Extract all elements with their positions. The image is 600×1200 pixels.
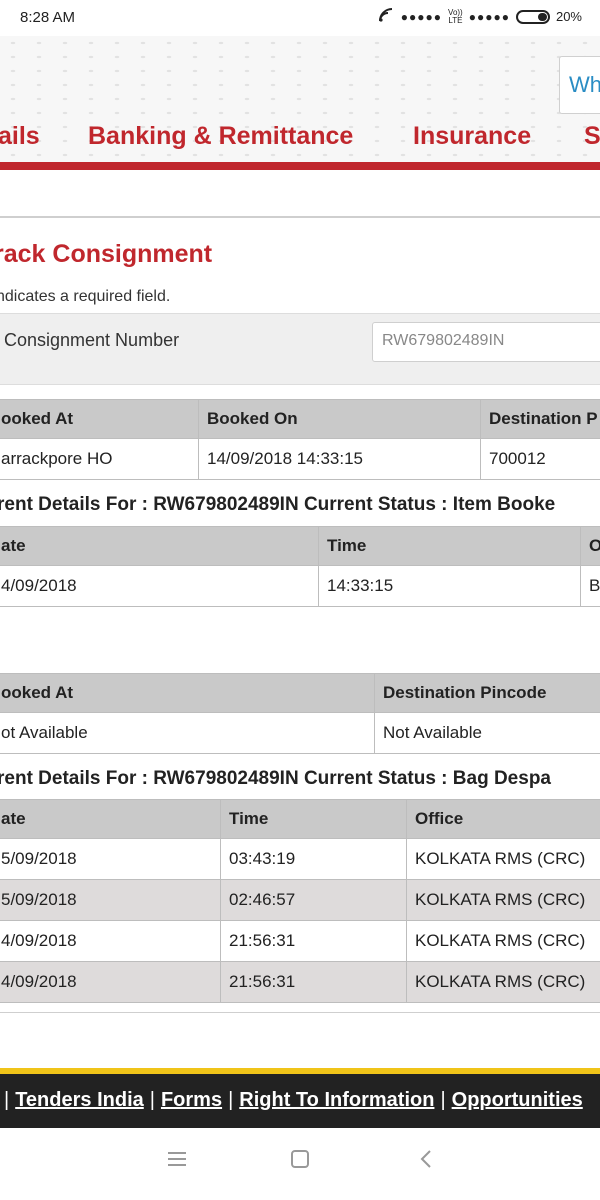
event-time-cell: 02:46:57: [220, 879, 407, 921]
event-date-cell: 4/09/2018: [0, 565, 319, 607]
booked-on-header: Booked On: [198, 399, 481, 439]
footer-link-right-to-information[interactable]: Right To Information: [239, 1089, 434, 1111]
bag-destination-cell: Not Available: [374, 712, 600, 754]
bag-booked-at-cell: ot Available: [0, 712, 375, 754]
booking-table: ooked At Booked On Destination P arrackp…: [0, 399, 600, 480]
footer-separator: |: [440, 1089, 446, 1111]
booked-at-cell: arrackpore HO: [0, 438, 199, 480]
table-row: 5/09/2018 03:43:19 KOLKATA RMS (CRC): [0, 838, 600, 880]
search-placeholder[interactable]: Wh: [569, 72, 600, 98]
event-time-cell: 21:56:31: [220, 961, 407, 1003]
nav-item-insurance[interactable]: Insurance: [413, 122, 531, 151]
table-row: 4/09/2018 21:56:31 KOLKATA RMS (CRC): [0, 920, 600, 962]
destination-cell: 700012: [480, 438, 600, 480]
booked-on-cell: 14/09/2018 14:33:15: [198, 438, 481, 480]
status-icons: ●●●●● Vo)) LTE ●●●●● 20%: [378, 7, 582, 25]
destination-header: Destination P: [480, 399, 600, 439]
event-office-cell: KOLKATA RMS (CRC): [406, 879, 600, 921]
home-square-icon[interactable]: [290, 1150, 310, 1173]
events-table: ate Time O 4/09/2018 14:33:15 B: [0, 526, 600, 607]
footer-separator: |: [228, 1089, 234, 1111]
nav-underline-bar: [0, 162, 600, 170]
bag-events-table: ate Time Office 5/09/2018 03:43:19 KOLKA…: [0, 799, 600, 1003]
table-row: 4/09/2018 21:56:31 KOLKATA RMS (CRC): [0, 961, 600, 1003]
event-office-cell: KOLKATA RMS (CRC): [406, 838, 600, 880]
footer-link-forms[interactable]: Forms: [161, 1089, 222, 1111]
consignment-number-input[interactable]: RW679802489IN: [372, 322, 600, 362]
event-time-cell: 03:43:19: [220, 838, 407, 880]
menu-icon[interactable]: [167, 1150, 187, 1173]
event-office-cell: B: [580, 565, 600, 607]
footer-links: | Tenders India | Forms | Right To Informatio…: [0, 1089, 583, 1112]
divider: [0, 1012, 600, 1013]
volte-icon: Vo)) LTE: [448, 7, 463, 25]
page-title: rack Consignment: [0, 240, 213, 268]
event-time-cell: 21:56:31: [220, 920, 407, 962]
date-header: ate: [0, 526, 319, 566]
event-date-cell: 5/09/2018: [0, 879, 221, 921]
event-date-cell: 5/09/2018: [0, 838, 221, 880]
booked-at-header: ooked At: [0, 399, 199, 439]
bag-booking-table: ooked At Destination Pincode ot Availabl…: [0, 673, 600, 754]
bag-time-header: Time: [220, 799, 407, 839]
footer-separator: |: [149, 1089, 155, 1111]
time-header: Time: [318, 526, 581, 566]
event-office-cell: KOLKATA RMS (CRC): [406, 920, 600, 962]
current-details-line: rent Details For : RW679802489IN Current…: [0, 494, 556, 515]
table-row: 5/09/2018 02:46:57 KOLKATA RMS (CRC): [0, 879, 600, 921]
footer-link-tenders-india[interactable]: Tenders India: [15, 1089, 144, 1111]
office-header: O: [580, 526, 600, 566]
bag-office-header: Office: [406, 799, 600, 839]
event-date-cell: 4/09/2018: [0, 920, 221, 962]
main-nav: ails Banking & Remittance Insurance S: [0, 122, 600, 160]
consignment-label: Consignment Number: [4, 330, 180, 350]
required-note: ndicates a required field.: [0, 288, 171, 305]
battery-icon: [515, 9, 550, 24]
back-chevron-icon[interactable]: [418, 1150, 434, 1173]
signal-dots-icon: ●●●●●: [400, 9, 443, 24]
nav-item-more[interactable]: S: [584, 122, 600, 151]
status-time: 8:28 AM: [20, 9, 76, 26]
signal-dots-icon-2: ●●●●●: [468, 9, 510, 24]
event-time-cell: 14:33:15: [318, 565, 581, 607]
bag-date-header: ate: [0, 799, 221, 839]
battery-percent: 20%: [555, 9, 582, 24]
event-date-cell: 4/09/2018: [0, 961, 221, 1003]
nav-item-mails[interactable]: ails: [0, 122, 40, 151]
nav-item-banking-remittance[interactable]: Banking & Remittance: [88, 122, 353, 151]
footer-separator: |: [4, 1089, 10, 1111]
wifi-icon: [378, 8, 395, 25]
bag-booked-at-header: ooked At: [0, 673, 375, 713]
divider: [0, 216, 600, 218]
bag-destination-header: Destination Pincode: [374, 673, 600, 713]
current-details-line-2: rent Details For : RW679802489IN Current…: [0, 768, 551, 789]
footer-link-opportunities[interactable]: Opportunities: [452, 1089, 583, 1111]
event-office-cell: KOLKATA RMS (CRC): [406, 961, 600, 1003]
